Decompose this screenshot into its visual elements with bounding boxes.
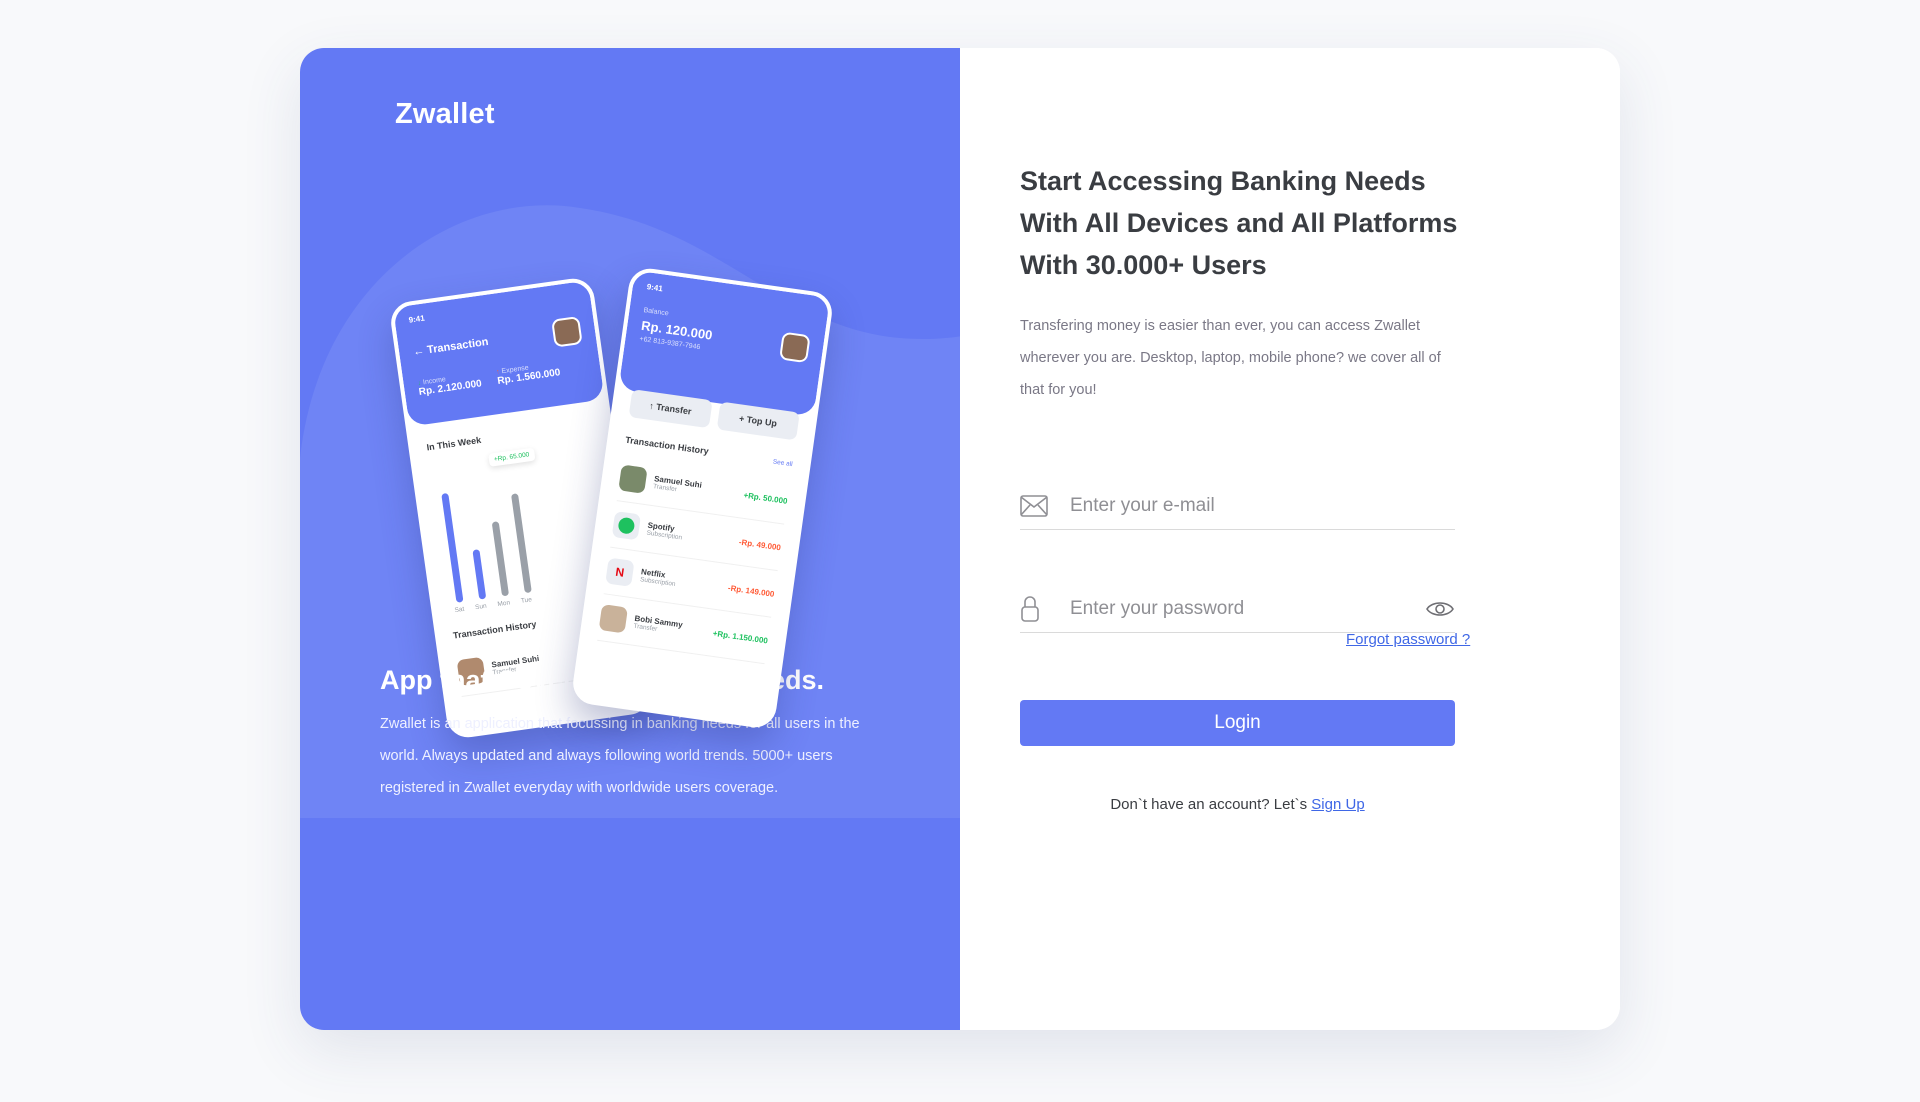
day-label: Mon — [497, 599, 511, 609]
bar-tue — [510, 493, 532, 594]
income-arrow-icon: ↓ — [417, 379, 422, 388]
phone-body: ↑ Transfer + Top Up Transaction History … — [582, 389, 814, 678]
email-input[interactable] — [1070, 494, 1455, 517]
expense-arrow-icon: ↑ — [495, 368, 501, 377]
tx-amount: +Rp. 50.000 — [742, 490, 789, 506]
bar-sat — [441, 492, 464, 603]
email-field — [1020, 482, 1455, 530]
tx-amount: +Rp. 1.150.000 — [712, 628, 769, 645]
arrow-up-icon: ↑ — [648, 400, 655, 412]
avatar — [551, 316, 583, 348]
week-label: In This Week — [425, 434, 482, 453]
forgot-password-link[interactable]: Forgot password ? — [1346, 631, 1470, 648]
day-label: Sat — [454, 605, 465, 615]
expense-block: ↑ Expense Rp. 1.560.000 — [496, 360, 561, 387]
see-all-link: See all — [772, 458, 793, 469]
login-description: Transfering money is easier than ever, y… — [1020, 318, 1441, 398]
eye-icon[interactable] — [1425, 597, 1455, 621]
day-label: Tue — [520, 596, 533, 605]
phone-time: 9:41 — [408, 313, 426, 325]
signup-prompt: Don`t have an account? Let`s — [1110, 796, 1308, 813]
lock-icon — [1020, 595, 1048, 623]
bar-sun — [472, 549, 487, 600]
signup-row: Don`t have an account? Let`s Sign Up — [1020, 796, 1455, 813]
avatar — [779, 331, 811, 364]
plus-icon: + — [738, 413, 746, 425]
history-label: Transaction History — [624, 434, 710, 457]
day-label: Sun — [474, 602, 488, 612]
bar-mon — [491, 521, 510, 597]
income-block: ↓ Income Rp. 2.120.000 — [417, 371, 482, 398]
phone-mockup-home: 9:41 Balance Rp. 120.000 +62 813-9387-79… — [570, 265, 835, 731]
avatar — [598, 604, 629, 634]
password-input[interactable] — [1070, 597, 1425, 620]
promo-panel: Zwallet 9:41 ← Transaction ↓ Income Rp. … — [300, 48, 960, 1030]
spotify-icon — [611, 510, 642, 541]
login-card: Zwallet 9:41 ← Transaction ↓ Income Rp. … — [300, 48, 1620, 1030]
tx-amount: -Rp. 49.000 — [738, 537, 782, 552]
signup-link[interactable]: Sign Up — [1311, 796, 1364, 813]
back-arrow-icon: ← — [412, 344, 426, 359]
phone-title-text: Transaction — [426, 335, 490, 357]
phone-time: 9:41 — [646, 282, 664, 294]
login-button[interactable]: Login — [1020, 700, 1455, 746]
brand-logo: Zwallet — [395, 98, 495, 130]
login-headline: Start Accessing Banking Needs With All D… — [1020, 166, 1458, 280]
login-panel: Start Accessing Banking Needs With All D… — [960, 48, 1620, 1030]
promo-description: Zwallet is an application that focussing… — [380, 716, 860, 796]
tx-amount: -Rp. 149.000 — [727, 582, 775, 599]
transfer-label: Transfer — [655, 401, 693, 417]
avatar — [618, 464, 648, 494]
netflix-icon: N — [605, 557, 635, 587]
phone-mockups: 9:41 ← Transaction ↓ Income Rp. 2.120.00… — [388, 248, 870, 788]
password-field — [1020, 585, 1455, 633]
mail-icon — [1020, 492, 1048, 520]
topup-label: Top Up — [746, 414, 778, 429]
